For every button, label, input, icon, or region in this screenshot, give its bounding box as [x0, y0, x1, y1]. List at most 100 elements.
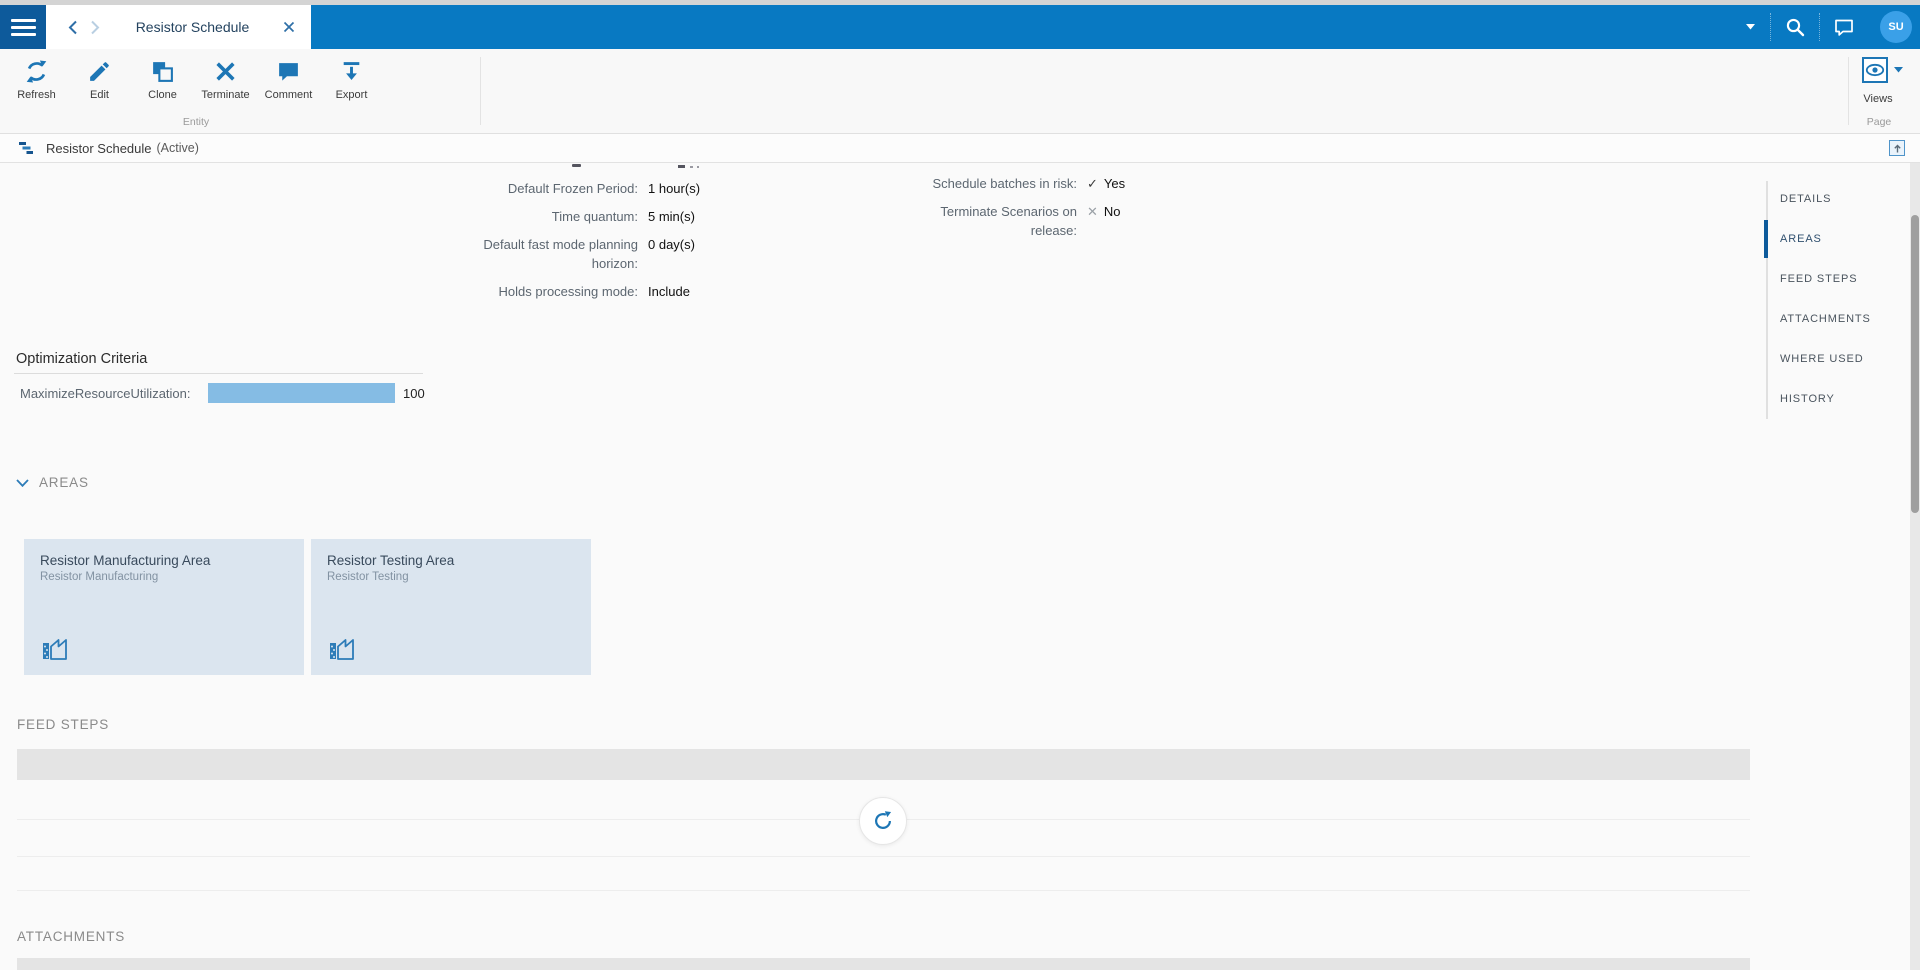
loading-spinner — [859, 797, 907, 845]
clipped-text-fragment — [678, 165, 685, 168]
page-button-group: Views Page — [1848, 49, 1920, 133]
criterion-bar-track — [208, 383, 395, 403]
search-icon — [1786, 18, 1805, 37]
feed-steps-section-header: FEED STEPS — [17, 717, 109, 732]
export-button[interactable]: Export — [320, 55, 383, 101]
chevron-right-icon — [91, 20, 100, 34]
field-value: Include — [648, 284, 690, 299]
nav-item-history[interactable]: HISTORY — [1764, 379, 1910, 419]
caret-down-icon — [1894, 67, 1903, 73]
comment-button[interactable]: Comment — [257, 55, 320, 101]
nav-item-areas[interactable]: AREAS — [1764, 219, 1910, 259]
field-value: 5 min(s) — [648, 209, 695, 224]
comment-icon — [275, 58, 302, 85]
nav-item-where-used[interactable]: WHERE USED — [1764, 339, 1910, 379]
ribbon-divider — [480, 57, 481, 125]
views-button[interactable] — [1862, 57, 1903, 83]
button-label: Refresh — [17, 89, 56, 101]
ribbon-divider — [1848, 57, 1849, 125]
arrow-up-icon — [1893, 144, 1901, 152]
button-label: Terminate — [201, 89, 250, 101]
application-window: Resistor Schedule SU Refresh Edit Clone … — [0, 0, 1920, 970]
page-title: Resistor Schedule — [46, 140, 152, 156]
page-group-label: Page — [1866, 116, 1892, 128]
field-label: Holds processing mode: — [498, 284, 638, 299]
area-card-title: Resistor Manufacturing Area — [40, 553, 211, 568]
optimization-criteria-title: Optimization Criteria — [16, 351, 148, 367]
tab-title: Resistor Schedule — [135, 19, 250, 35]
nav-item-attachments[interactable]: ATTACHMENTS — [1764, 299, 1910, 339]
terminate-button[interactable]: Terminate — [194, 55, 257, 101]
forward-button[interactable] — [84, 18, 106, 36]
comments-button[interactable] — [1820, 12, 1868, 42]
edit-button[interactable]: Edit — [68, 55, 131, 101]
field-value: No — [1087, 202, 1121, 240]
document-tab[interactable]: Resistor Schedule — [46, 5, 311, 49]
refresh-icon — [23, 58, 50, 85]
entity-button-group: Refresh Edit Clone Terminate Comment Exp… — [5, 55, 383, 101]
export-icon — [338, 58, 365, 85]
criterion-value: 100 — [403, 385, 425, 401]
button-label: Export — [335, 89, 368, 101]
back-button[interactable] — [62, 18, 84, 36]
chat-bubble-icon — [1835, 19, 1853, 36]
search-button[interactable] — [1771, 12, 1819, 42]
expand-panel-button[interactable] — [1889, 140, 1905, 156]
field-row: Schedule batches in risk: Yes — [915, 174, 1235, 193]
factory-icon — [327, 633, 357, 661]
appbar-dropdown-button[interactable] — [1730, 12, 1770, 42]
field-row: Default Frozen Period: 1 hour(s) — [466, 179, 846, 198]
menu-icon — [10, 18, 36, 22]
field-row: Terminate Scenarios on release: No — [915, 202, 1235, 240]
field-value: 1 hour(s) — [648, 181, 701, 196]
anchor-nav: DETAILS AREAS FEED STEPS ATTACHMENTS WHE… — [1764, 179, 1910, 419]
row-divider — [17, 890, 1750, 891]
edit-icon — [86, 58, 113, 85]
area-card[interactable]: Resistor Testing Area Resistor Testing — [311, 539, 591, 675]
area-card-title: Resistor Testing Area — [327, 553, 455, 568]
area-card[interactable]: Resistor Manufacturing Area Resistor Man… — [24, 539, 304, 675]
nav-item-details[interactable]: DETAILS — [1764, 179, 1910, 219]
table-header-placeholder — [17, 958, 1750, 970]
ribbon-toolbar: Refresh Edit Clone Terminate Comment Exp… — [0, 49, 1920, 134]
hamburger-menu-button[interactable] — [0, 5, 46, 49]
areas-section-header: AREAS — [16, 475, 89, 490]
eye-icon — [1862, 57, 1888, 83]
user-avatar[interactable]: SU — [1880, 11, 1912, 43]
clone-button[interactable]: Clone — [131, 55, 194, 101]
criterion-label: MaximizeResourceUtilization: — [20, 385, 191, 401]
check-icon — [1087, 176, 1104, 191]
clone-icon — [149, 58, 176, 85]
section-title: FEED STEPS — [17, 717, 110, 732]
tab-close-button[interactable] — [279, 17, 299, 37]
refresh-button[interactable]: Refresh — [5, 55, 68, 101]
terminate-icon — [212, 58, 239, 85]
optimization-row: MaximizeResourceUtilization: 100 — [20, 381, 425, 405]
scrollbar-thumb[interactable] — [1911, 215, 1919, 513]
chevron-down-icon[interactable] — [16, 478, 29, 487]
chevron-left-icon — [68, 20, 77, 34]
field-label: Schedule batches in risk: — [932, 176, 1077, 191]
field-value: Yes — [1087, 174, 1125, 193]
cross-icon — [1087, 204, 1104, 219]
divider — [14, 373, 423, 374]
area-card-subtitle: Resistor Manufacturing — [40, 571, 159, 583]
entity-group-label: Entity — [182, 116, 210, 128]
vertical-scrollbar[interactable] — [1910, 163, 1920, 970]
refresh-spinner-icon — [875, 811, 892, 829]
field-label: Default Frozen Period: — [507, 181, 638, 196]
nav-item-feed-steps[interactable]: FEED STEPS — [1764, 259, 1910, 299]
row-divider — [17, 856, 1750, 857]
clipped-text-fragment — [572, 164, 581, 167]
table-header-placeholder — [17, 749, 1750, 780]
status-badge: (Active) — [156, 141, 199, 155]
close-icon — [283, 21, 295, 33]
button-label: Comment — [264, 89, 313, 101]
field-row: Time quantum: 5 min(s) — [466, 207, 846, 226]
button-label: Clone — [148, 89, 177, 101]
areas-card-list: Resistor Manufacturing Area Resistor Man… — [24, 539, 591, 675]
clipped-text-fragment — [697, 166, 699, 168]
criterion-bar-fill — [208, 383, 395, 403]
page-header: Resistor Schedule (Active) — [0, 134, 1920, 163]
views-button-label: Views — [1863, 93, 1893, 105]
